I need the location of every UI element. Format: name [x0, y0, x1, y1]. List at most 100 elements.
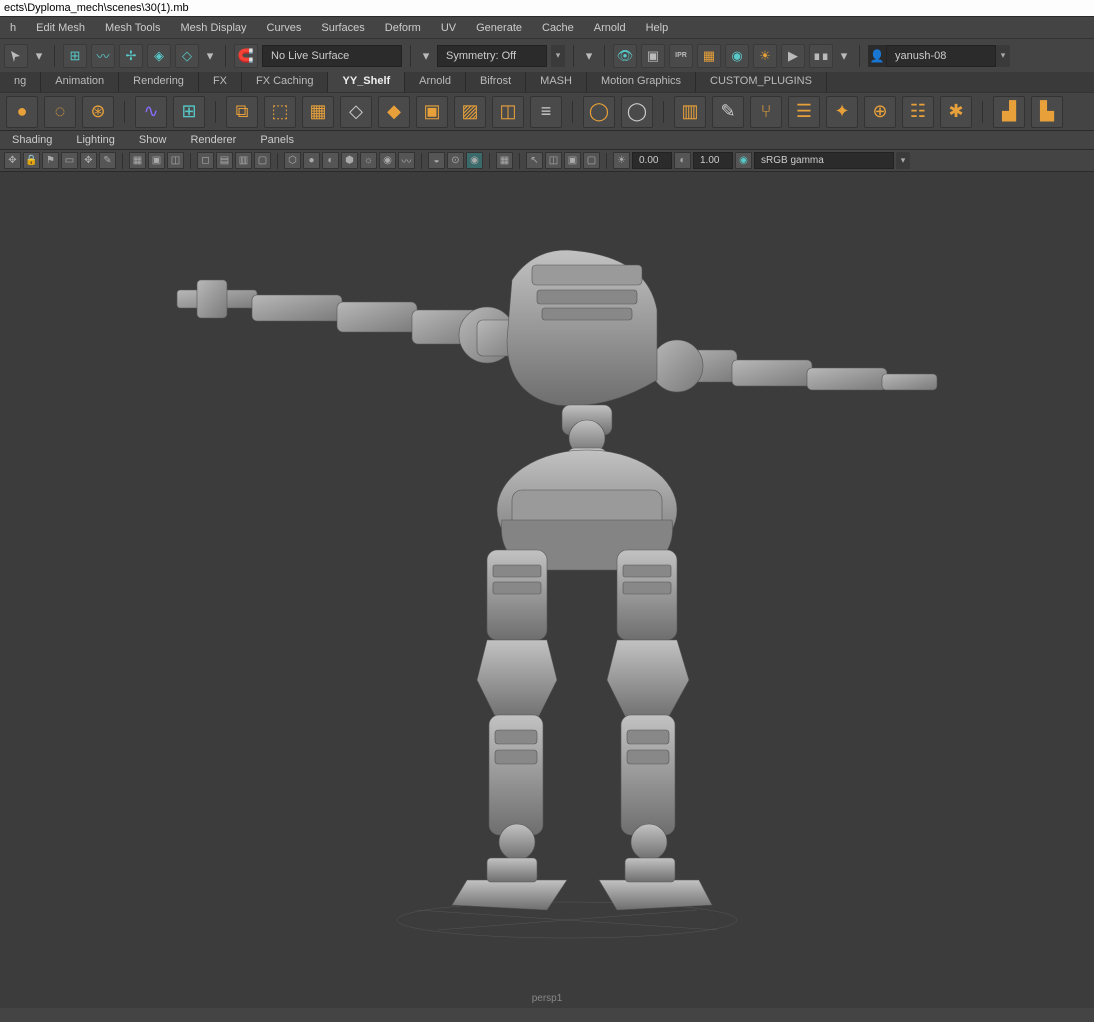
- panel-menu-show[interactable]: Show: [127, 131, 179, 149]
- menu-item-deform[interactable]: Deform: [375, 18, 431, 38]
- view-cube1-icon[interactable]: ◫: [545, 152, 562, 169]
- render-settings-icon[interactable]: ▦: [697, 44, 721, 68]
- menu-item-surfaces[interactable]: Surfaces: [311, 18, 374, 38]
- shelf-axis-icon[interactable]: ✦: [826, 96, 858, 128]
- menu-item-cache[interactable]: Cache: [532, 18, 584, 38]
- exposure-icon[interactable]: ☀: [613, 152, 630, 169]
- play-icon[interactable]: ▶: [781, 44, 805, 68]
- shelf-sphere-dotted-icon[interactable]: ◌: [44, 96, 76, 128]
- shelf-cube2-icon[interactable]: ▨: [454, 96, 486, 128]
- use-all-lights-icon[interactable]: ⬢: [341, 152, 358, 169]
- resolution-gate-icon[interactable]: ◫: [167, 152, 184, 169]
- shelf-tab-fx[interactable]: FX: [199, 72, 242, 92]
- magnet-icon[interactable]: 🧲: [234, 44, 258, 68]
- menu-item-generate[interactable]: Generate: [466, 18, 532, 38]
- chevron-down-icon[interactable]: ▾: [419, 44, 433, 68]
- safe-title-icon[interactable]: ▢: [254, 152, 271, 169]
- grid-icon[interactable]: ▦: [129, 152, 146, 169]
- shelf-tab-arnold[interactable]: Arnold: [405, 72, 466, 92]
- shelf-tab-motiongraphics[interactable]: Motion Graphics: [587, 72, 696, 92]
- user-dropdown-icon[interactable]: ▾: [996, 45, 1010, 67]
- motion-blur-icon[interactable]: 〰: [398, 152, 415, 169]
- panel-menu-renderer[interactable]: Renderer: [178, 131, 248, 149]
- shelf-grid-icon[interactable]: ▦: [302, 96, 334, 128]
- isolate-select-icon[interactable]: ▦: [496, 152, 513, 169]
- shelf-tool-a-icon[interactable]: ▟: [993, 96, 1025, 128]
- gate-mask-icon[interactable]: ◻: [197, 152, 214, 169]
- live-surface-field[interactable]: No Live Surface: [262, 45, 402, 67]
- render-view-icon[interactable]: 👁: [613, 44, 637, 68]
- shelf-tab-rendering[interactable]: Rendering: [119, 72, 199, 92]
- shelf-rig-icon[interactable]: ☷: [902, 96, 934, 128]
- snap-live-icon[interactable]: ◇: [175, 44, 199, 68]
- shelf-tab[interactable]: ng: [0, 72, 41, 92]
- field-chart-icon[interactable]: ▤: [216, 152, 233, 169]
- gamma-dropdown-icon[interactable]: ▾: [896, 152, 910, 169]
- gamma-field[interactable]: sRGB gamma: [754, 152, 894, 169]
- hypershade-icon[interactable]: ◉: [725, 44, 749, 68]
- shelf-tab-fxcaching[interactable]: FX Caching: [242, 72, 328, 92]
- shelf-tab-customplugins[interactable]: CUSTOM_PLUGINS: [696, 72, 827, 92]
- smooth-shade-icon[interactable]: ●: [303, 152, 320, 169]
- shelf-sphere-mesh-icon[interactable]: ⊛: [82, 96, 114, 128]
- shelf-sphere-solid-icon[interactable]: ●: [6, 96, 38, 128]
- shelf-split-icon[interactable]: ⑂: [750, 96, 782, 128]
- contrast-icon[interactable]: ◐: [674, 152, 691, 169]
- shelf-tool-b-icon[interactable]: ▙: [1031, 96, 1063, 128]
- snap-curve-icon[interactable]: 〰: [91, 44, 115, 68]
- menu-item[interactable]: h: [0, 18, 26, 38]
- snap-point-icon[interactable]: ✢: [119, 44, 143, 68]
- shelf-stack-icon[interactable]: ≡: [530, 96, 562, 128]
- xray-components-icon[interactable]: ◉: [466, 152, 483, 169]
- view-cube2-icon[interactable]: ▣: [564, 152, 581, 169]
- pause-icon[interactable]: ∎∎: [809, 44, 833, 68]
- safe-action-icon[interactable]: ▥: [235, 152, 252, 169]
- wireframe-icon[interactable]: ⬡: [284, 152, 301, 169]
- shelf-block-icon[interactable]: ▥: [674, 96, 706, 128]
- shelf-burst-icon[interactable]: ✱: [940, 96, 972, 128]
- shelf-tab-bifrost[interactable]: Bifrost: [466, 72, 526, 92]
- shelf-tab-mash[interactable]: MASH: [526, 72, 587, 92]
- chevron-down-icon[interactable]: ▾: [837, 44, 851, 68]
- shelf-globe-icon[interactable]: ⊕: [864, 96, 896, 128]
- symmetry-dropdown-icon[interactable]: ▾: [551, 45, 565, 67]
- shelf-smooth-icon[interactable]: ◇: [340, 96, 372, 128]
- ao-icon[interactable]: ◉: [379, 152, 396, 169]
- chevron-down-icon[interactable]: ▾: [32, 44, 46, 68]
- shelf-box-icon[interactable]: ▣: [416, 96, 448, 128]
- shelf-pen-icon[interactable]: ✎: [712, 96, 744, 128]
- xray-joints-icon[interactable]: ⊙: [447, 152, 464, 169]
- shadows-icon[interactable]: ☼: [360, 152, 377, 169]
- shelf-bars-icon[interactable]: ☰: [788, 96, 820, 128]
- panel-menu-panels[interactable]: Panels: [248, 131, 306, 149]
- light-editor-icon[interactable]: ☀: [753, 44, 777, 68]
- menu-item-curves[interactable]: Curves: [257, 18, 312, 38]
- far-clip-field[interactable]: 1.00: [693, 152, 733, 169]
- menu-item-edit-mesh[interactable]: Edit Mesh: [26, 18, 95, 38]
- bookmark-icon[interactable]: ⚑: [42, 152, 59, 169]
- near-clip-field[interactable]: 0.00: [632, 152, 672, 169]
- lock-camera-icon[interactable]: 🔒: [23, 152, 40, 169]
- shelf-tab-animation[interactable]: Animation: [41, 72, 119, 92]
- panel-menu-lighting[interactable]: Lighting: [64, 131, 127, 149]
- textured-icon[interactable]: ◐: [322, 152, 339, 169]
- shelf-curve-icon[interactable]: ∿: [135, 96, 167, 128]
- shelf-cube-icon[interactable]: ⬚: [264, 96, 296, 128]
- panel-menu-shading[interactable]: Shading: [0, 131, 64, 149]
- film-gate-icon[interactable]: ▣: [148, 152, 165, 169]
- shelf-tab-yyshelf[interactable]: YY_Shelf: [328, 72, 405, 92]
- 2d-pan-icon[interactable]: ✥: [80, 152, 97, 169]
- shelf-diamond-icon[interactable]: ◆: [378, 96, 410, 128]
- menu-item-uv[interactable]: UV: [431, 18, 466, 38]
- shelf-ring-gray-icon[interactable]: ◯: [621, 96, 653, 128]
- select-tool-icon[interactable]: [4, 44, 28, 68]
- symmetry-field[interactable]: Symmetry: Off: [437, 45, 547, 67]
- menu-item-mesh-display[interactable]: Mesh Display: [170, 18, 256, 38]
- shelf-lattice-icon[interactable]: ⊞: [173, 96, 205, 128]
- snap-grid-icon[interactable]: ⊞: [63, 44, 87, 68]
- menu-item-help[interactable]: Help: [636, 18, 679, 38]
- grease-pencil-icon[interactable]: ✎: [99, 152, 116, 169]
- xray-icon[interactable]: ◒: [428, 152, 445, 169]
- menu-item-mesh-tools[interactable]: Mesh Tools: [95, 18, 170, 38]
- image-plane-icon[interactable]: ▭: [61, 152, 78, 169]
